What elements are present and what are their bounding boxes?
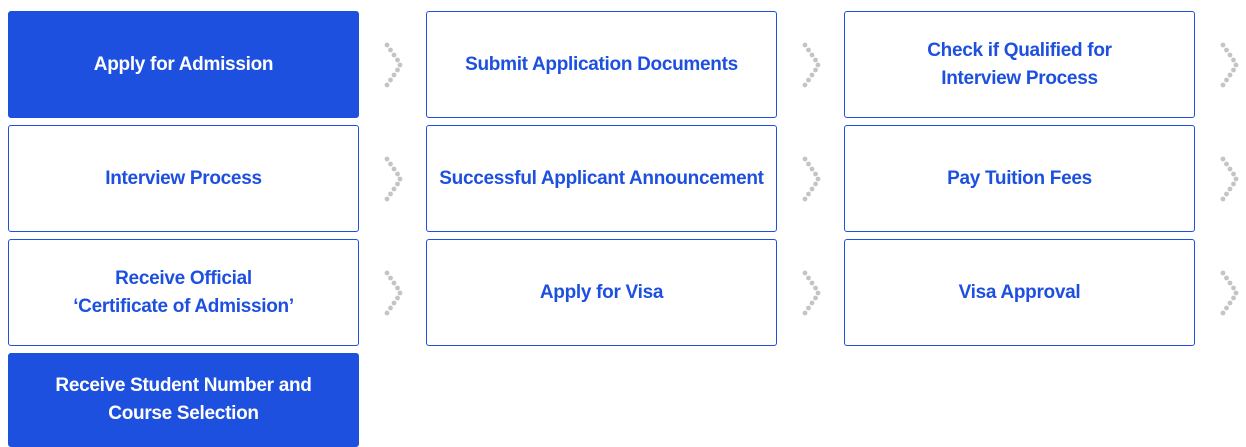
step-apply-for-admission: Apply for Admission [8, 11, 359, 118]
step-visa-approval: Visa Approval [844, 239, 1195, 346]
step-label: Receive Student Number and Course Select… [55, 375, 312, 424]
step-label: Submit Application Documents [465, 53, 738, 75]
chevron-right-dotted-icon [381, 154, 405, 204]
step-receive-student-number: Receive Student Number and Course Select… [8, 353, 359, 447]
chevron-right-dotted-icon [1217, 40, 1241, 90]
step-label: Interview Process [105, 167, 262, 189]
step-successful-applicant-announcement: Successful Applicant Announcement [426, 125, 777, 232]
chevron-right-dotted-icon [799, 40, 823, 90]
step-apply-for-visa: Apply for Visa [426, 239, 777, 346]
step-interview-process: Interview Process [8, 125, 359, 232]
chevron-right-dotted-icon [381, 40, 405, 90]
step-label: Receive Official ‘Certificate of Admissi… [73, 267, 294, 317]
step-check-qualified-interview: Check if Qualified for Interview Process [844, 11, 1195, 118]
step-label: Visa Approval [958, 281, 1081, 303]
step-pay-tuition-fees: Pay Tuition Fees [844, 125, 1195, 232]
step-receive-certificate-of-admission: Receive Official ‘Certificate of Admissi… [8, 239, 359, 346]
chevron-right-dotted-icon [1217, 268, 1241, 318]
chevron-right-dotted-icon [381, 268, 405, 318]
chevron-right-dotted-icon [799, 154, 823, 204]
chevron-right-dotted-icon [1217, 154, 1241, 204]
chevron-right-dotted-icon [799, 268, 823, 318]
step-label: Check if Qualified for Interview Process [927, 39, 1112, 89]
step-label: Pay Tuition Fees [947, 167, 1092, 189]
step-label: Apply for Admission [93, 53, 274, 75]
step-label: Successful Applicant Announcement [439, 167, 764, 189]
step-submit-application-documents: Submit Application Documents [426, 11, 777, 118]
step-label: Apply for Visa [539, 281, 664, 303]
